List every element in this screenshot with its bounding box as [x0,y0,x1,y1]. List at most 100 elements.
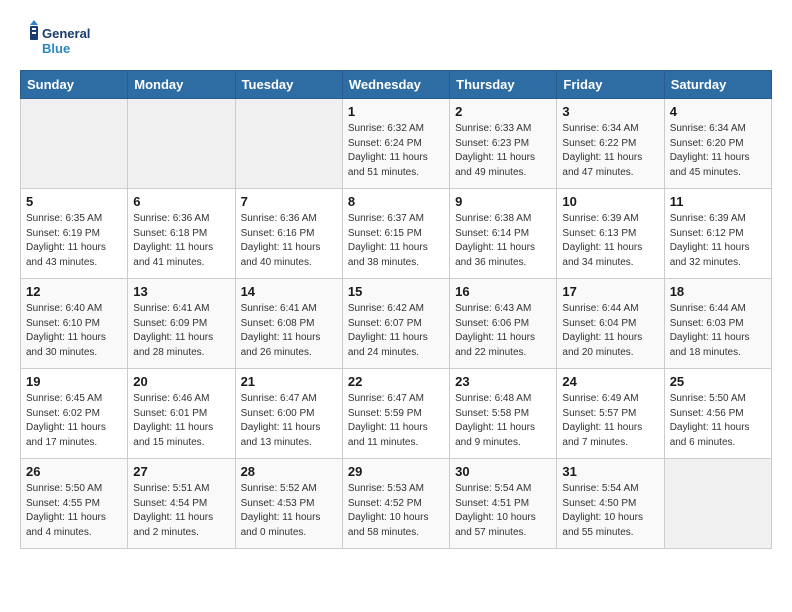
day-number: 18 [670,284,766,299]
day-info: Sunrise: 5:54 AM Sunset: 4:51 PM Dayligh… [455,482,551,540]
day-number: 30 [455,464,551,479]
day-info: Sunrise: 6:44 AM Sunset: 6:04 PM Dayligh… [562,302,658,360]
calendar-cell: 10Sunrise: 6:39 AM Sunset: 6:13 PM Dayli… [557,189,664,279]
calendar-cell [235,99,342,189]
day-info: Sunrise: 6:34 AM Sunset: 6:22 PM Dayligh… [562,122,658,180]
calendar-cell: 13Sunrise: 6:41 AM Sunset: 6:09 PM Dayli… [128,279,235,369]
day-info: Sunrise: 6:44 AM Sunset: 6:03 PM Dayligh… [670,302,766,360]
calendar-cell: 1 Sunrise: 6:32 AM Sunset: 6:24 PM Daylig… [342,99,449,189]
day-number: 20 [133,374,229,389]
calendar-week-5: 26 Sunrise: 5:50 AM Sunset: 4:55 PM Dayli… [21,459,772,549]
day-info: Sunrise: 6:35 AM Sunset: 6:19 PM Dayligh… [26,212,122,270]
day-number: 12 [26,284,122,299]
calendar-cell: 26 Sunrise: 5:50 AM Sunset: 4:55 PM Dayli… [21,459,128,549]
day-info: Sunrise: 6:47 AM Sunset: 6:00 PM Dayligh… [241,392,337,450]
calendar-week-2: 5 Sunrise: 6:35 AM Sunset: 6:19 PM Daylig… [21,189,772,279]
day-info: Sunrise: 6:43 AM Sunset: 6:06 PM Dayligh… [455,302,551,360]
calendar-cell: 4 Sunrise: 6:34 AM Sunset: 6:20 PM Daylig… [664,99,771,189]
day-info: Sunrise: 5:50 AM Sunset: 4:55 PM Dayligh… [26,482,122,540]
day-number: 6 [133,194,229,209]
day-number: 8 [348,194,444,209]
logo: General Blue [20,20,100,60]
day-number: 28 [241,464,337,479]
page-header: General Blue [20,20,772,60]
calendar-cell: 22 Sunrise: 6:47 AM Sunset: 5:59 PM Dayli… [342,369,449,459]
svg-text:Blue: Blue [42,41,70,56]
day-info: Sunrise: 6:41 AM Sunset: 6:08 PM Dayligh… [241,302,337,360]
day-number: 11 [670,194,766,209]
day-number: 26 [26,464,122,479]
calendar-week-3: 12Sunrise: 6:40 AM Sunset: 6:10 PM Dayli… [21,279,772,369]
day-info: Sunrise: 6:47 AM Sunset: 5:59 PM Dayligh… [348,392,444,450]
calendar-cell: 14 Sunrise: 6:41 AM Sunset: 6:08 PM Dayli… [235,279,342,369]
day-number: 1 [348,104,444,119]
calendar-cell: 18 Sunrise: 6:44 AM Sunset: 6:03 PM Dayli… [664,279,771,369]
day-info: Sunrise: 5:53 AM Sunset: 4:52 PM Dayligh… [348,482,444,540]
weekday-header-monday: Monday [128,71,235,99]
calendar-cell: 25 Sunrise: 5:50 AM Sunset: 4:56 PM Dayli… [664,369,771,459]
calendar-cell: 28 Sunrise: 5:52 AM Sunset: 4:53 PM Dayli… [235,459,342,549]
calendar-cell: 19 Sunrise: 6:45 AM Sunset: 6:02 PM Dayli… [21,369,128,459]
day-info: Sunrise: 6:42 AM Sunset: 6:07 PM Dayligh… [348,302,444,360]
calendar-cell: 30 Sunrise: 5:54 AM Sunset: 4:51 PM Dayli… [450,459,557,549]
calendar-table: SundayMondayTuesdayWednesdayThursdayFrid… [20,70,772,549]
day-number: 19 [26,374,122,389]
day-info: Sunrise: 6:39 AM Sunset: 6:13 PM Dayligh… [562,212,658,270]
weekday-header-sunday: Sunday [21,71,128,99]
weekday-header-saturday: Saturday [664,71,771,99]
day-info: Sunrise: 5:52 AM Sunset: 4:53 PM Dayligh… [241,482,337,540]
day-info: Sunrise: 6:45 AM Sunset: 6:02 PM Dayligh… [26,392,122,450]
day-number: 4 [670,104,766,119]
day-info: Sunrise: 6:36 AM Sunset: 6:18 PM Dayligh… [133,212,229,270]
calendar-cell: 17Sunrise: 6:44 AM Sunset: 6:04 PM Dayli… [557,279,664,369]
calendar-cell: 31Sunrise: 5:54 AM Sunset: 4:50 PM Dayli… [557,459,664,549]
day-number: 7 [241,194,337,209]
day-info: Sunrise: 6:37 AM Sunset: 6:15 PM Dayligh… [348,212,444,270]
day-number: 31 [562,464,658,479]
day-number: 29 [348,464,444,479]
day-number: 23 [455,374,551,389]
day-info: Sunrise: 6:32 AM Sunset: 6:24 PM Dayligh… [348,122,444,180]
svg-text:General: General [42,26,90,41]
day-number: 24 [562,374,658,389]
calendar-cell: 7 Sunrise: 6:36 AM Sunset: 6:16 PM Daylig… [235,189,342,279]
day-number: 27 [133,464,229,479]
day-info: Sunrise: 5:50 AM Sunset: 4:56 PM Dayligh… [670,392,766,450]
day-number: 15 [348,284,444,299]
day-number: 21 [241,374,337,389]
day-number: 22 [348,374,444,389]
calendar-week-1: 1 Sunrise: 6:32 AM Sunset: 6:24 PM Daylig… [21,99,772,189]
day-info: Sunrise: 5:51 AM Sunset: 4:54 PM Dayligh… [133,482,229,540]
calendar-cell [21,99,128,189]
weekday-header-friday: Friday [557,71,664,99]
day-number: 9 [455,194,551,209]
calendar-week-4: 19 Sunrise: 6:45 AM Sunset: 6:02 PM Dayli… [21,369,772,459]
day-number: 14 [241,284,337,299]
day-info: Sunrise: 6:48 AM Sunset: 5:58 PM Dayligh… [455,392,551,450]
calendar-cell: 15 Sunrise: 6:42 AM Sunset: 6:07 PM Dayli… [342,279,449,369]
calendar-cell: 21 Sunrise: 6:47 AM Sunset: 6:00 PM Dayli… [235,369,342,459]
day-info: Sunrise: 6:33 AM Sunset: 6:23 PM Dayligh… [455,122,551,180]
calendar-cell: 2 Sunrise: 6:33 AM Sunset: 6:23 PM Daylig… [450,99,557,189]
weekday-header-thursday: Thursday [450,71,557,99]
day-number: 3 [562,104,658,119]
day-info: Sunrise: 6:49 AM Sunset: 5:57 PM Dayligh… [562,392,658,450]
weekday-header-tuesday: Tuesday [235,71,342,99]
calendar-cell: 24 Sunrise: 6:49 AM Sunset: 5:57 PM Dayli… [557,369,664,459]
calendar-cell: 27 Sunrise: 5:51 AM Sunset: 4:54 PM Dayli… [128,459,235,549]
day-info: Sunrise: 6:46 AM Sunset: 6:01 PM Dayligh… [133,392,229,450]
day-number: 2 [455,104,551,119]
day-info: Sunrise: 6:38 AM Sunset: 6:14 PM Dayligh… [455,212,551,270]
weekday-header-wednesday: Wednesday [342,71,449,99]
calendar-cell [664,459,771,549]
day-number: 5 [26,194,122,209]
calendar-cell: 12Sunrise: 6:40 AM Sunset: 6:10 PM Dayli… [21,279,128,369]
day-info: Sunrise: 6:36 AM Sunset: 6:16 PM Dayligh… [241,212,337,270]
calendar-cell: 6 Sunrise: 6:36 AM Sunset: 6:18 PM Daylig… [128,189,235,279]
calendar-cell: 3 Sunrise: 6:34 AM Sunset: 6:22 PM Daylig… [557,99,664,189]
day-info: Sunrise: 6:34 AM Sunset: 6:20 PM Dayligh… [670,122,766,180]
calendar-cell: 29 Sunrise: 5:53 AM Sunset: 4:52 PM Dayli… [342,459,449,549]
calendar-cell: 23 Sunrise: 6:48 AM Sunset: 5:58 PM Dayli… [450,369,557,459]
day-number: 25 [670,374,766,389]
weekday-header-row: SundayMondayTuesdayWednesdayThursdayFrid… [21,71,772,99]
